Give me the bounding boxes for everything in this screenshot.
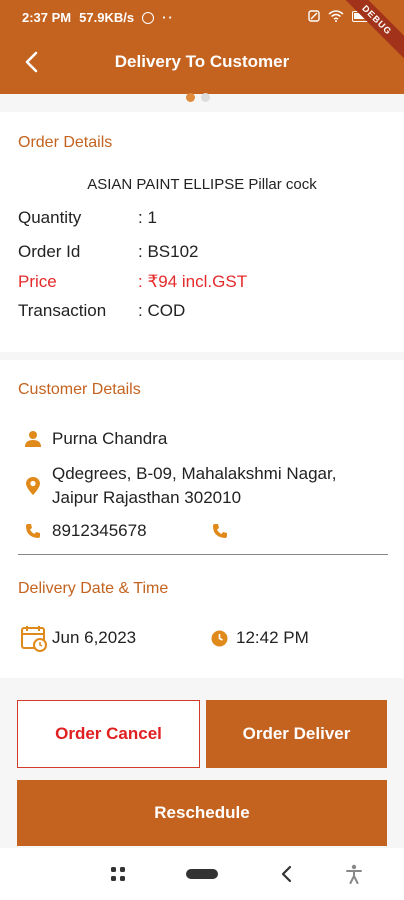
status-bar: 2:37 PM 57.9KB/s ··: [0, 0, 404, 34]
transaction-label: Transaction: [18, 301, 107, 320]
page-indicator-dot: [201, 93, 210, 102]
status-time: 2:37 PM: [22, 10, 72, 25]
sim-icon: [308, 10, 320, 22]
system-navigation-bar: [0, 848, 404, 900]
app-header: 2:37 PM 57.9KB/s ·· DEBUG Delivery To Cu…: [0, 0, 404, 94]
call-icon[interactable]: [212, 523, 228, 539]
order-id-value: : BS102: [138, 242, 199, 261]
person-icon: [25, 431, 41, 447]
delivery-date[interactable]: Jun 6,2023: [52, 626, 136, 650]
customer-details-title: Customer Details: [18, 381, 141, 398]
quantity-row: Quantity : 1: [18, 208, 157, 228]
divider: [18, 554, 388, 555]
quantity-label: Quantity: [18, 208, 82, 227]
status-network-speed: 57.9KB/s: [79, 10, 135, 25]
address-line-2: Jaipur Rajasthan 302010: [52, 488, 242, 507]
quantity-value: : 1: [138, 208, 157, 227]
page-indicator: [186, 93, 210, 102]
price-row: Price : ₹94 incl.GST: [18, 272, 247, 292]
customer-phone[interactable]: 8912345678: [52, 519, 147, 543]
address-line-1: Qdegrees, B-09, Mahalakshmi Nagar,: [52, 464, 337, 483]
order-id-label: Order Id: [18, 242, 81, 261]
transaction-value: : COD: [138, 301, 186, 320]
order-details-card: Order Details ASIAN PAINT ELLIPSE Pillar…: [0, 112, 404, 352]
order-cancel-button[interactable]: Order Cancel: [17, 700, 200, 768]
delivery-time[interactable]: 12:42 PM: [236, 626, 309, 650]
wifi-icon: [328, 10, 344, 22]
product-name: ASIAN PAINT ELLIPSE Pillar cock: [87, 176, 317, 193]
order-details-title: Order Details: [18, 134, 113, 151]
transaction-row: Transaction : COD: [18, 301, 185, 321]
more-notifications-indicator: ··: [162, 10, 175, 25]
reschedule-button[interactable]: Reschedule: [17, 780, 387, 846]
delivery-datetime-title: Delivery Date & Time: [18, 580, 169, 597]
page-indicator-dot-active: [186, 93, 195, 102]
back-nav-icon[interactable]: [280, 865, 292, 883]
dnd-icon: [142, 11, 155, 24]
location-pin-icon: [26, 477, 40, 495]
order-id-row: Order Id : BS102: [18, 242, 199, 262]
customer-details-card: Customer Details Purna Chandra Qdegrees,…: [0, 360, 404, 678]
page-title: Delivery To Customer: [114, 52, 290, 71]
price-value: : ₹94 incl.GST: [138, 272, 248, 291]
price-label: Price: [18, 272, 57, 291]
customer-name: Purna Chandra: [52, 429, 168, 448]
order-deliver-button[interactable]: Order Deliver: [206, 700, 387, 768]
recent-apps-icon[interactable]: [110, 866, 126, 882]
clock-icon: [211, 630, 228, 647]
phone-icon: [26, 524, 40, 538]
home-pill-icon[interactable]: [186, 869, 218, 879]
calendar-clock-icon: [21, 626, 47, 652]
accessibility-icon[interactable]: [345, 864, 363, 884]
customer-address: Qdegrees, B-09, Mahalakshmi Nagar, Jaipu…: [52, 462, 336, 510]
